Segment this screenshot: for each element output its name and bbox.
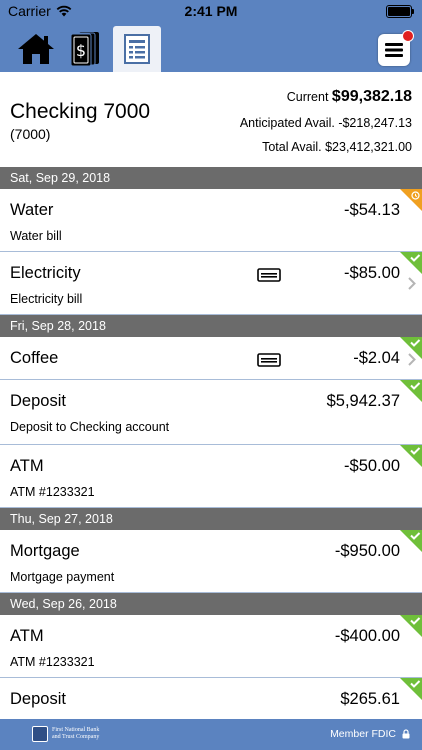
bank-name-line2: and Trust Company bbox=[52, 734, 100, 740]
tab-home[interactable] bbox=[12, 26, 60, 72]
pending-clock-icon bbox=[400, 189, 422, 211]
account-name: Checking 7000 bbox=[10, 100, 151, 123]
transaction-title: ATM bbox=[10, 457, 44, 475]
card-icon bbox=[257, 353, 281, 367]
total-balance-value: $23,412,321.00 bbox=[325, 140, 412, 154]
account-number: (7000) bbox=[10, 126, 51, 142]
cleared-check-icon bbox=[400, 337, 422, 359]
status-bar: Carrier 2:41 PM bbox=[0, 0, 422, 22]
bank-name-line1: First National Bank bbox=[52, 727, 100, 733]
cleared-check-icon bbox=[400, 445, 422, 467]
transaction-description: Mortgage payment bbox=[10, 570, 115, 584]
member-fdic: Member FDIC bbox=[330, 728, 410, 740]
anticipated-balance: Anticipated Avail. -$218,247.13 bbox=[240, 116, 412, 130]
transaction-title: Electricity bbox=[10, 264, 81, 282]
date-header: Fri, Sep 28, 2018 bbox=[0, 315, 422, 337]
transaction-row[interactable]: Deposit $265.61 bbox=[0, 678, 422, 719]
transaction-row[interactable]: Mortgage Mortgage payment -$950.00 bbox=[0, 530, 422, 593]
top-nav: $ bbox=[0, 22, 422, 72]
total-balance-label: Total Avail. bbox=[262, 140, 322, 154]
transaction-list[interactable]: Sat, Sep 29, 2018 Water Water bill -$54.… bbox=[0, 167, 422, 719]
transaction-title: Mortgage bbox=[10, 542, 80, 560]
clock: 2:41 PM bbox=[184, 3, 238, 19]
transaction-amount: -$50.00 bbox=[344, 457, 400, 475]
transaction-row[interactable]: Water Water bill -$54.13 bbox=[0, 189, 422, 252]
chevron-right-icon[interactable] bbox=[408, 277, 416, 290]
date-header: Thu, Sep 27, 2018 bbox=[0, 508, 422, 530]
tab-transactions[interactable] bbox=[113, 26, 161, 72]
bank-logo-text: First National Bank and Trust Company bbox=[52, 727, 99, 741]
total-balance: Total Avail. $23,412,321.00 bbox=[262, 140, 412, 154]
date-header: Wed, Sep 26, 2018 bbox=[0, 593, 422, 615]
current-balance-label: Current bbox=[286, 90, 329, 104]
transaction-row[interactable]: Deposit Deposit to Checking account $5,9… bbox=[0, 380, 422, 445]
footer-bar: First National Bank and Trust Company Me… bbox=[0, 719, 422, 750]
cleared-check-icon bbox=[400, 530, 422, 552]
transaction-description: Deposit to Checking account bbox=[10, 420, 170, 434]
bank-logo-mark bbox=[32, 726, 48, 742]
cleared-check-icon bbox=[400, 678, 422, 700]
account-summary: Checking 7000 (7000) Current $99,382.18 … bbox=[0, 72, 422, 167]
transaction-row[interactable]: ATM ATM #1233321 -$50.00 bbox=[0, 445, 422, 508]
transaction-row[interactable]: Electricity Electricity bill -$85.00 bbox=[0, 252, 422, 315]
transaction-title: Deposit bbox=[10, 392, 66, 410]
transaction-row[interactable]: ATM ATM #1233321 -$400.00 bbox=[0, 615, 422, 678]
home-icon bbox=[18, 34, 54, 64]
menu-button[interactable] bbox=[378, 30, 414, 66]
transaction-amount: -$950.00 bbox=[334, 542, 400, 560]
tab-accounts[interactable]: $ bbox=[62, 26, 110, 72]
current-balance-value: $99,382.18 bbox=[331, 88, 412, 105]
transaction-description: Electricity bill bbox=[10, 292, 83, 306]
transaction-title: Coffee bbox=[10, 349, 59, 367]
anticipated-balance-value: -$218,247.13 bbox=[338, 116, 412, 130]
transaction-title: Water bbox=[10, 201, 54, 219]
transaction-description: Water bill bbox=[10, 229, 62, 243]
transaction-description: ATM #1233321 bbox=[10, 655, 95, 669]
current-balance: Current $99,382.18 bbox=[287, 88, 412, 106]
card-icon bbox=[257, 268, 281, 282]
svg-text:$: $ bbox=[76, 41, 86, 60]
anticipated-balance-label: Anticipated Avail. bbox=[239, 116, 335, 130]
ledger-icon bbox=[124, 34, 150, 64]
cleared-check-icon bbox=[400, 252, 422, 274]
notification-dot bbox=[402, 30, 414, 42]
transaction-title: Deposit bbox=[10, 690, 66, 708]
bank-logo: First National Bank and Trust Company bbox=[32, 726, 99, 742]
transaction-title: ATM bbox=[10, 627, 44, 645]
transaction-description: ATM #1233321 bbox=[10, 485, 95, 499]
lock-icon bbox=[402, 729, 410, 739]
hamburger-icon bbox=[385, 43, 403, 57]
money-icon: $ bbox=[70, 32, 99, 67]
cleared-check-icon bbox=[400, 380, 422, 402]
transaction-amount: -$85.00 bbox=[344, 264, 400, 282]
battery-icon bbox=[386, 5, 414, 18]
transaction-amount: $265.61 bbox=[340, 690, 400, 708]
transaction-amount: -$400.00 bbox=[334, 627, 400, 645]
member-fdic-label: Member FDIC bbox=[330, 728, 396, 740]
transaction-amount: -$2.04 bbox=[353, 349, 400, 367]
date-header: Sat, Sep 29, 2018 bbox=[0, 167, 422, 189]
transaction-amount: -$54.13 bbox=[344, 201, 400, 219]
cleared-check-icon bbox=[400, 615, 422, 637]
transaction-amount: $5,942.37 bbox=[326, 392, 400, 410]
transaction-row[interactable]: Coffee -$2.04 bbox=[0, 337, 422, 380]
